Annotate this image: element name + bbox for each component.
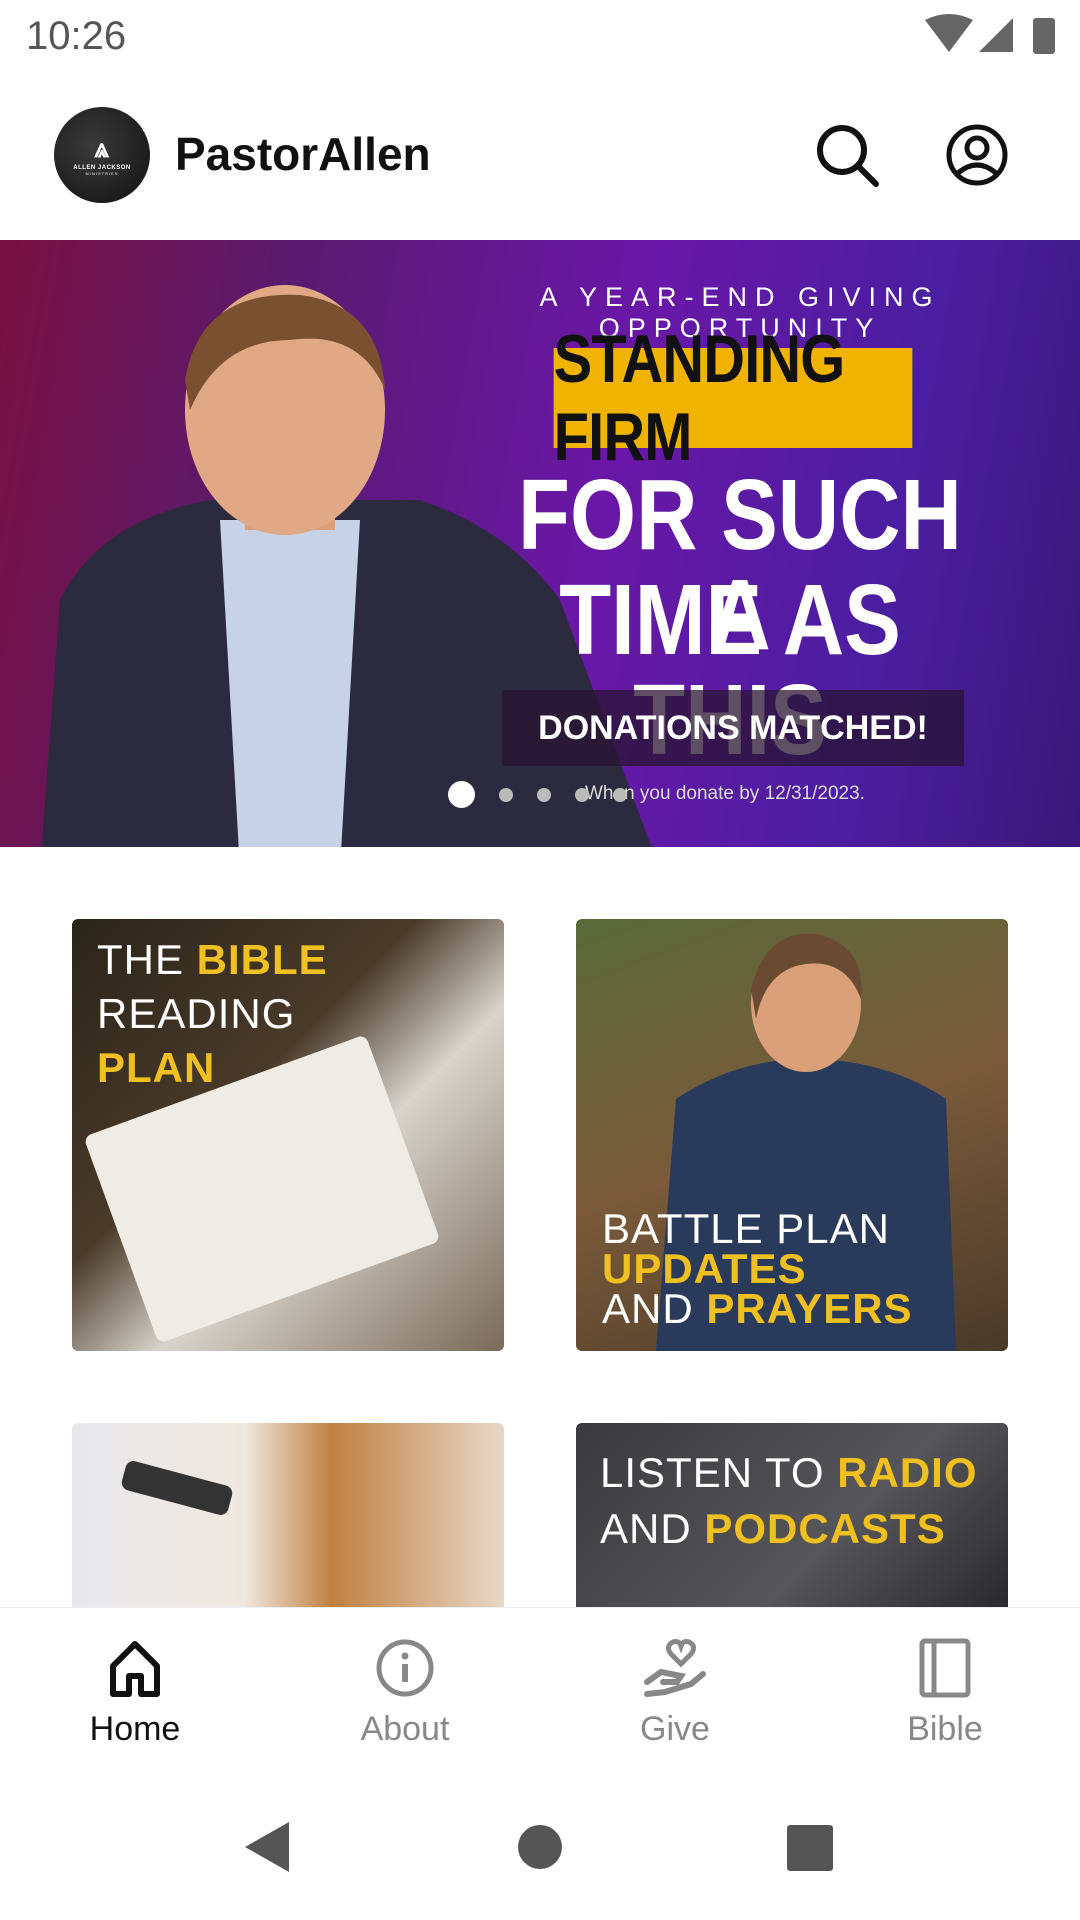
tile-radio-podcasts[interactable]: LISTEN TO RADIO AND PODCASTS xyxy=(576,1423,1008,1607)
carousel-dot[interactable] xyxy=(448,781,475,808)
book-icon xyxy=(919,1638,971,1698)
promo-carousel[interactable]: A YEAR-END GIVING OPPORTUNITY STANDING F… xyxy=(0,240,1080,847)
tile-battle-plan[interactable]: BATTLE PLAN UPDATES AND PRAYERS xyxy=(576,919,1008,1351)
clock: 10:26 xyxy=(26,14,127,58)
home-button-icon[interactable] xyxy=(517,1824,563,1870)
app-header: ⩓ ALLEN JACKSON MINISTRIES PastorAllen xyxy=(0,75,1080,240)
back-icon[interactable] xyxy=(245,1822,289,1872)
tile-bible-reading-plan[interactable]: THE BIBLE READING PLAN xyxy=(72,919,504,1351)
status-bar: 10:26 xyxy=(0,0,1080,75)
carousel-dot[interactable] xyxy=(575,787,589,802)
ministry-logo[interactable]: ⩓ ALLEN JACKSON MINISTRIES xyxy=(54,107,150,203)
tile-title: BATTLE PLAN UPDATES AND PRAYERS xyxy=(602,1205,913,1332)
battery-icon xyxy=(1033,18,1055,54)
nav-give[interactable]: Give xyxy=(540,1608,810,1763)
nav-label: Give xyxy=(640,1710,710,1748)
system-navigation-bar xyxy=(0,1762,1080,1920)
info-icon xyxy=(376,1639,434,1697)
give-heart-hand-icon xyxy=(644,1639,706,1697)
status-icons xyxy=(925,14,1055,54)
tile-title: THE BIBLE READING PLAN xyxy=(97,936,328,1091)
nav-label: Bible xyxy=(907,1710,983,1748)
wifi-icon xyxy=(925,14,973,52)
nav-bible[interactable]: Bible xyxy=(810,1608,1080,1763)
bottom-navigation: Home About Give Bible xyxy=(0,1607,1080,1762)
search-icon[interactable] xyxy=(814,122,880,188)
signal-icon xyxy=(979,18,1013,52)
carousel-indicator[interactable] xyxy=(448,781,627,808)
account-icon[interactable] xyxy=(945,123,1009,187)
app-title: PastorAllen xyxy=(175,128,431,180)
home-icon xyxy=(110,1641,160,1697)
tile-title: LISTEN TO RADIO AND PODCASTS xyxy=(600,1449,978,1552)
remote-image xyxy=(119,1459,235,1517)
logo-subtext: MINISTRIES xyxy=(85,170,119,176)
banner-badge: DONATIONS MATCHED! xyxy=(502,690,964,766)
carousel-dot[interactable] xyxy=(613,787,627,802)
carousel-dot[interactable] xyxy=(537,787,551,802)
tile-watch[interactable] xyxy=(72,1423,504,1607)
nav-label: Home xyxy=(89,1710,181,1748)
nav-about[interactable]: About xyxy=(270,1608,540,1763)
logo-mark-icon: ⩓ xyxy=(94,132,110,163)
banner-highlight: STANDING FIRM xyxy=(553,321,913,475)
carousel-dot[interactable] xyxy=(499,787,513,802)
nav-label: About xyxy=(360,1710,450,1748)
nav-home[interactable]: Home xyxy=(0,1608,270,1763)
recents-icon[interactable] xyxy=(787,1825,833,1871)
